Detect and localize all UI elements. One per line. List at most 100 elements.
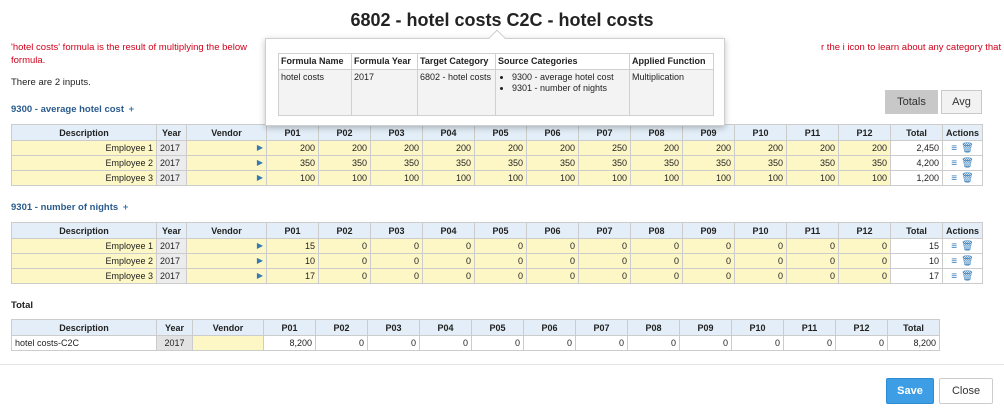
period-input[interactable]: 0 [370,268,423,284]
menu-lines-icon[interactable]: ≡ [951,143,957,154]
period-input[interactable]: 200 [266,140,319,156]
period-input[interactable]: 200 [318,140,371,156]
description-cell[interactable]: Employee 1 [11,140,157,156]
period-input[interactable]: 350 [266,155,319,171]
description-cell[interactable]: Employee 3 [11,170,157,186]
period-input[interactable]: 350 [422,155,475,171]
period-input[interactable]: 0 [474,268,527,284]
period-input[interactable]: 0 [734,268,787,284]
period-input[interactable]: 0 [838,238,891,254]
caret-right-icon[interactable]: ▶ [257,241,263,250]
caret-right-icon[interactable]: ▶ [257,256,263,265]
period-input[interactable]: 0 [474,238,527,254]
period-input[interactable]: 350 [630,155,683,171]
menu-lines-icon[interactable]: ≡ [951,173,957,184]
period-input[interactable]: 100 [422,170,475,186]
period-input[interactable]: 350 [838,155,891,171]
caret-right-icon[interactable]: ▶ [257,158,263,167]
period-input[interactable]: 100 [734,170,787,186]
period-input[interactable]: 0 [526,253,579,269]
period-input[interactable]: 0 [422,253,475,269]
period-input[interactable]: 0 [578,238,631,254]
period-input[interactable]: 100 [370,170,423,186]
period-input[interactable]: 100 [266,170,319,186]
period-input[interactable]: 0 [578,253,631,269]
period-input[interactable]: 0 [630,268,683,284]
trash-icon[interactable]: 🗑 [961,256,974,267]
period-input[interactable]: 0 [734,238,787,254]
caret-right-icon[interactable]: ▶ [257,173,263,182]
period-input[interactable]: 0 [422,268,475,284]
menu-lines-icon[interactable]: ≡ [951,241,957,252]
period-input[interactable]: 17 [266,268,319,284]
period-input[interactable]: 350 [786,155,839,171]
vendor-select[interactable]: ▶ [186,268,267,284]
save-button[interactable]: Save [886,378,934,404]
trash-icon[interactable]: 🗑 [961,271,974,282]
period-input[interactable]: 0 [422,238,475,254]
period-input[interactable]: 200 [838,140,891,156]
menu-lines-icon[interactable]: ≡ [951,271,957,282]
description-cell[interactable]: Employee 3 [11,268,157,284]
period-input[interactable]: 0 [474,253,527,269]
period-input[interactable]: 0 [318,253,371,269]
period-input[interactable]: 100 [318,170,371,186]
period-input[interactable]: 250 [578,140,631,156]
trash-icon[interactable]: 🗑 [961,173,974,184]
period-input[interactable]: 0 [630,238,683,254]
period-input[interactable]: 0 [786,238,839,254]
period-input[interactable]: 0 [318,238,371,254]
period-input[interactable]: 0 [734,253,787,269]
totals-toggle-button[interactable]: Totals [885,90,938,114]
period-input[interactable]: 350 [682,155,735,171]
period-input[interactable]: 350 [370,155,423,171]
period-input[interactable]: 200 [370,140,423,156]
period-input[interactable]: 200 [422,140,475,156]
add-row-icon[interactable]: + [129,104,135,115]
period-input[interactable]: 200 [682,140,735,156]
trash-icon[interactable]: 🗑 [961,241,974,252]
period-input[interactable]: 0 [630,253,683,269]
period-input[interactable]: 200 [474,140,527,156]
period-input[interactable]: 350 [578,155,631,171]
period-input[interactable]: 200 [630,140,683,156]
period-input[interactable]: 350 [318,155,371,171]
period-input[interactable]: 200 [734,140,787,156]
period-input[interactable]: 200 [786,140,839,156]
description-cell[interactable]: Employee 1 [11,238,157,254]
trash-icon[interactable]: 🗑 [961,158,974,169]
period-input[interactable]: 100 [838,170,891,186]
period-input[interactable]: 0 [370,253,423,269]
period-input[interactable]: 100 [786,170,839,186]
vendor-select[interactable]: ▶ [186,170,267,186]
period-input[interactable]: 0 [370,238,423,254]
period-input[interactable]: 100 [474,170,527,186]
period-input[interactable]: 0 [526,268,579,284]
description-cell[interactable]: Employee 2 [11,155,157,171]
period-input[interactable]: 0 [526,238,579,254]
period-input[interactable]: 350 [526,155,579,171]
period-input[interactable]: 15 [266,238,319,254]
description-cell[interactable]: Employee 2 [11,253,157,269]
caret-right-icon[interactable]: ▶ [257,143,263,152]
period-input[interactable]: 0 [838,268,891,284]
period-input[interactable]: 10 [266,253,319,269]
menu-lines-icon[interactable]: ≡ [951,256,957,267]
vendor-select[interactable]: ▶ [186,238,267,254]
menu-lines-icon[interactable]: ≡ [951,158,957,169]
period-input[interactable]: 0 [318,268,371,284]
vendor-select[interactable]: ▶ [186,253,267,269]
period-input[interactable]: 100 [630,170,683,186]
period-input[interactable]: 100 [578,170,631,186]
period-input[interactable]: 0 [838,253,891,269]
period-input[interactable]: 0 [682,238,735,254]
caret-right-icon[interactable]: ▶ [257,271,263,280]
period-input[interactable]: 200 [526,140,579,156]
avg-toggle-button[interactable]: Avg [941,90,982,114]
period-input[interactable]: 100 [682,170,735,186]
period-input[interactable]: 0 [786,253,839,269]
period-input[interactable]: 0 [578,268,631,284]
close-button[interactable]: Close [939,378,993,404]
trash-icon[interactable]: 🗑 [961,143,974,154]
add-row-icon[interactable]: + [123,202,129,213]
